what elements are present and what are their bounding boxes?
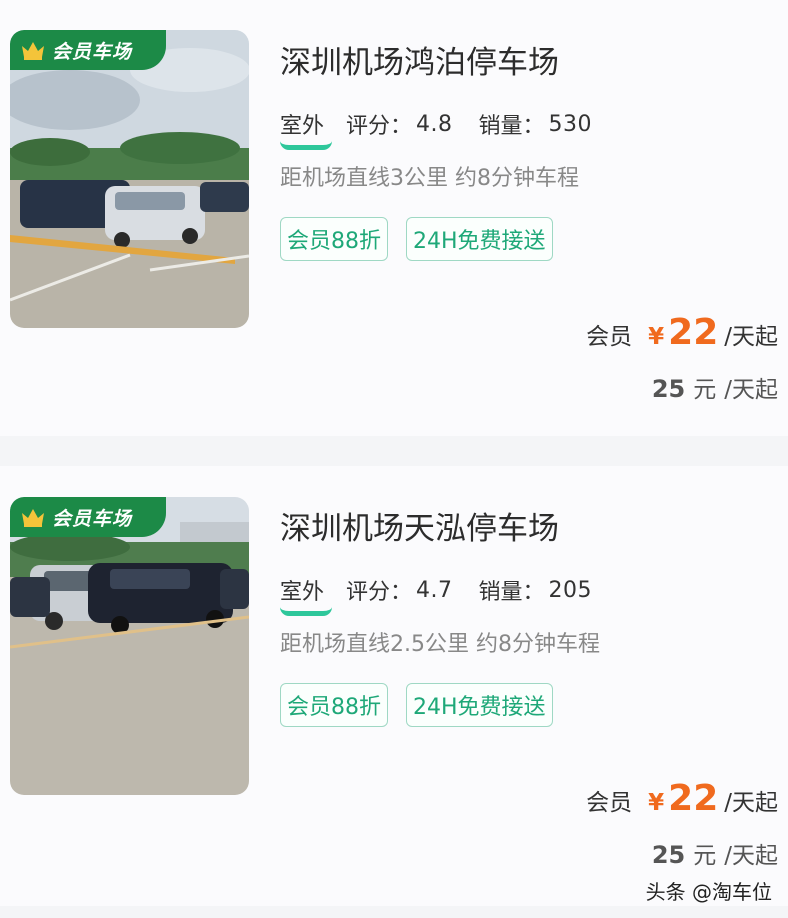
- original-price-unit: /天起: [724, 377, 778, 403]
- parking-lot-name[interactable]: 深圳机场鸿泊停车场: [280, 37, 559, 82]
- currency-symbol: ¥: [648, 324, 665, 350]
- sales-value: 205: [548, 577, 593, 603]
- original-price-unit: /天起: [724, 843, 778, 869]
- lot-type-label: 室外: [280, 580, 325, 605]
- parking-lot-card[interactable]: 会员车场 深圳机场鸿泊停车场 室外 评分： 4.8 销量： 530 距机场直线3…: [0, 0, 788, 436]
- lot-type: 室外: [280, 108, 332, 150]
- member-label: 会员: [586, 324, 633, 350]
- original-price-row: 25 元 /天起: [652, 370, 778, 404]
- parking-lot-name[interactable]: 深圳机场天泓停车场: [280, 503, 559, 548]
- tag-list: 会员88折 24H免费接送: [280, 683, 553, 727]
- rating-value: 4.8: [416, 111, 453, 137]
- tag-list: 会员88折 24H免费接送: [280, 217, 553, 261]
- member-price-row: 会员 ¥ 22 /天起: [586, 312, 778, 353]
- parking-photo-image: [10, 497, 249, 795]
- shuttle-tag: 24H免费接送: [406, 217, 553, 261]
- original-price-currency: 元: [693, 377, 717, 403]
- lot-type-label: 室外: [280, 114, 325, 139]
- currency-symbol: ¥: [648, 790, 665, 816]
- original-price: 25: [651, 841, 686, 869]
- rating-label: 评分：: [346, 114, 413, 139]
- price-unit: /天起: [724, 790, 778, 816]
- sales-label: 销量：: [478, 580, 545, 605]
- type-underline-decoration: [280, 607, 332, 616]
- rating-value: 4.7: [416, 577, 453, 603]
- sales-value: 530: [548, 111, 593, 137]
- crown-icon: [20, 507, 46, 527]
- source-watermark: 头条 @淘车位: [645, 880, 772, 904]
- shuttle-tag: 24H免费接送: [406, 683, 553, 727]
- discount-tag: 会员88折: [280, 683, 388, 727]
- price-unit: /天起: [724, 324, 778, 350]
- member-price-row: 会员 ¥ 22 /天起: [586, 778, 778, 819]
- parking-lot-photo[interactable]: 会员车场: [10, 497, 249, 795]
- distance-info: 距机场直线2.5公里 约8分钟车程: [280, 632, 600, 657]
- parking-photo-image: [10, 30, 249, 328]
- lot-meta-row: 室外 评分： 4.8 销量： 530: [280, 108, 618, 150]
- badge-label: 会员车场: [52, 40, 133, 63]
- badge-label: 会员车场: [52, 507, 133, 530]
- member-label: 会员: [586, 790, 633, 816]
- rating-label: 评分：: [346, 580, 413, 605]
- discount-tag: 会员88折: [280, 217, 388, 261]
- original-price: 25: [651, 375, 686, 403]
- member-price: 22: [668, 778, 719, 819]
- member-lot-badge: 会员车场: [10, 30, 166, 70]
- original-price-row: 25 元 /天起: [652, 836, 778, 870]
- original-price-currency: 元: [693, 843, 717, 869]
- member-lot-badge: 会员车场: [10, 497, 166, 537]
- member-price: 22: [668, 312, 719, 353]
- sales-label: 销量：: [478, 114, 545, 139]
- parking-lot-photo[interactable]: 会员车场: [10, 30, 249, 328]
- lot-meta-row: 室外 评分： 4.7 销量： 205: [280, 574, 618, 616]
- type-underline-decoration: [280, 141, 332, 150]
- crown-icon: [20, 40, 46, 60]
- parking-lot-card[interactable]: 会员车场 深圳机场天泓停车场 室外 评分： 4.7 销量： 205 距机场直线2…: [0, 466, 788, 906]
- lot-type: 室外: [280, 574, 332, 616]
- distance-info: 距机场直线3公里 约8分钟车程: [280, 166, 579, 191]
